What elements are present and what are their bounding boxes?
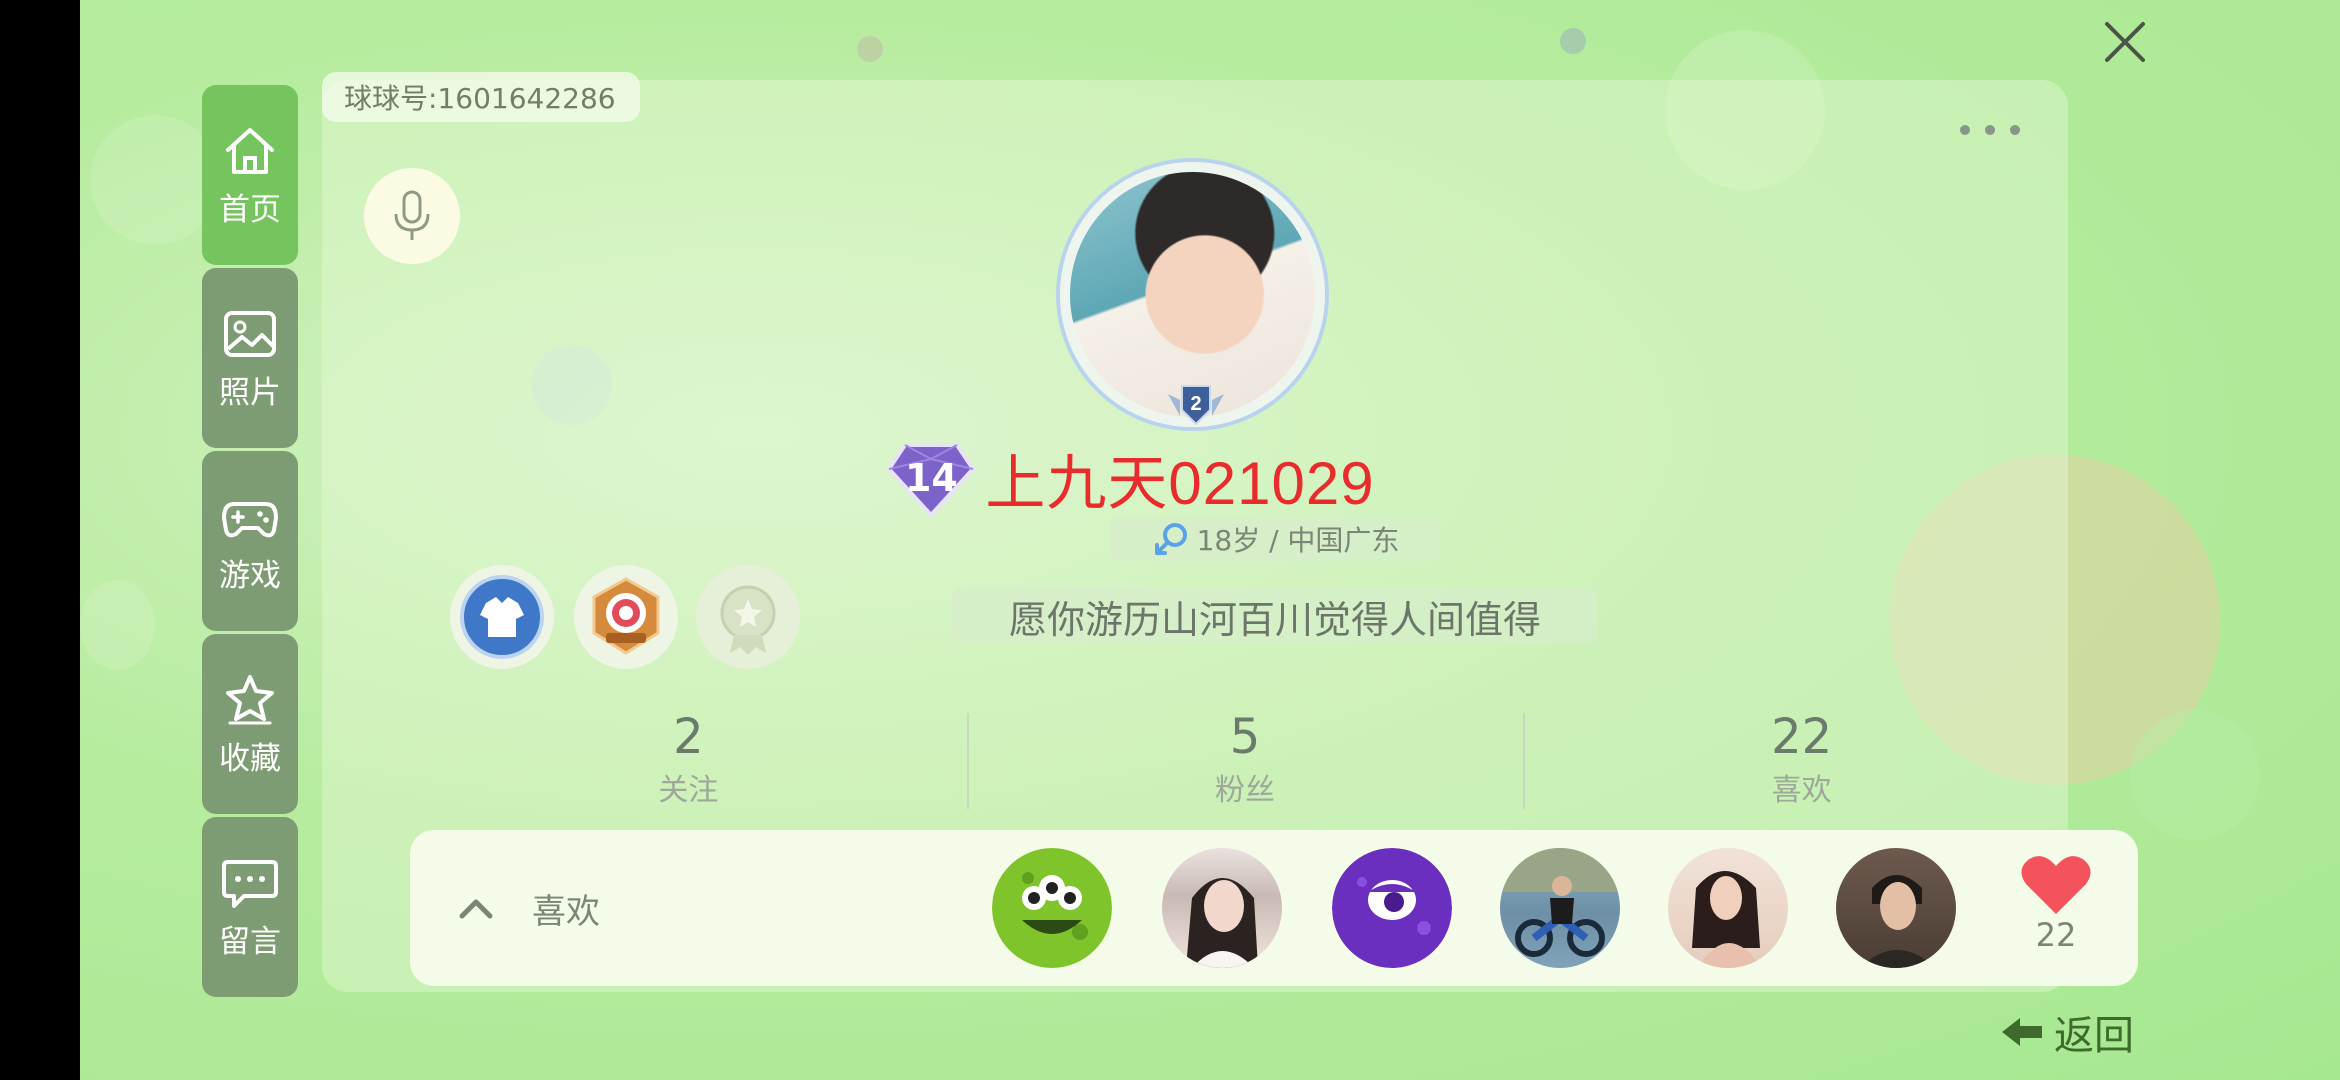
medal-locked[interactable] — [696, 565, 800, 669]
stats-row: 2 关注 5 粉丝 22 喜欢 — [410, 705, 2080, 815]
liker-avatar[interactable] — [1162, 848, 1282, 968]
bio: 愿你游历山河百川觉得人间值得 — [952, 588, 1598, 644]
bokeh — [1560, 28, 1586, 54]
user-photo-avatar — [1186, 878, 1258, 968]
medal-target[interactable] — [574, 565, 678, 669]
liker-avatar[interactable] — [1500, 848, 1620, 968]
likes-label: 喜欢 — [532, 891, 600, 932]
nav-item-home[interactable]: 首页 — [202, 85, 298, 265]
more-dot-icon — [1960, 125, 1970, 135]
player-id-tab: 球球号:1601642286 — [322, 72, 640, 122]
microphone-icon — [394, 190, 430, 240]
nav-item-label: 照片 — [219, 374, 281, 411]
nav-item-label: 留言 — [219, 923, 281, 960]
more-options-button[interactable] — [1960, 110, 2020, 150]
close-icon — [2105, 22, 2145, 62]
name-row: 14 上九天021029 — [0, 435, 2260, 522]
avatar-container[interactable]: 2 — [1060, 162, 1325, 427]
message-icon — [222, 859, 278, 908]
more-dot-icon — [2010, 125, 2020, 135]
home-icon — [226, 127, 274, 174]
star-medal-icon — [720, 585, 776, 655]
stat-value: 2 — [673, 708, 704, 765]
nav-item-messages[interactable]: 留言 — [202, 817, 298, 997]
likes-count-value: 22 — [2035, 916, 2077, 954]
likes-count[interactable]: 22 — [2008, 852, 2104, 954]
level-number: 14 — [904, 455, 958, 500]
star-icon — [226, 674, 274, 724]
user-photo-avatar — [1860, 875, 1936, 968]
bio-text: 愿你游历山河百川觉得人间值得 — [1008, 597, 1541, 642]
user-photo-avatar — [1692, 871, 1762, 968]
photo-icon — [224, 310, 276, 357]
likes-toggle[interactable]: 喜欢 — [458, 830, 600, 986]
level-badge: 14 — [885, 439, 977, 519]
back-label: 返回 — [2054, 1013, 2134, 1059]
svg-text:2: 2 — [1190, 393, 1201, 415]
nav-item-photos[interactable]: 照片 — [202, 268, 298, 448]
nav-item-label: 游戏 — [219, 557, 281, 594]
close-button[interactable] — [2095, 12, 2155, 72]
side-nav: 首页 照片 游戏 收藏 留言 — [202, 85, 298, 1000]
stat-value: 5 — [1229, 708, 1261, 765]
liker-avatar[interactable] — [1668, 848, 1788, 968]
back-button[interactable]: 返回 — [2000, 1000, 2134, 1064]
medal-shirt[interactable] — [450, 565, 554, 669]
target-medal-icon — [592, 577, 660, 655]
green-monster-avatar — [992, 848, 1112, 968]
user-photo-avatar — [1500, 848, 1620, 957]
bokeh — [857, 36, 883, 62]
age-location: 18岁 / 中国广东 — [1196, 524, 1400, 557]
username: 上九天021029 — [985, 450, 1375, 517]
more-dot-icon — [1985, 125, 1995, 135]
stat-following[interactable]: 2 关注 — [410, 705, 967, 815]
nav-item-label: 收藏 — [219, 740, 281, 777]
chevron-up-icon — [459, 899, 493, 919]
stat-label: 粉丝 — [1215, 773, 1275, 809]
likes-bar: 喜欢 22 — [410, 830, 2138, 986]
male-gender-icon — [1154, 523, 1187, 555]
stat-likes[interactable]: 22 喜欢 — [1523, 705, 2080, 815]
shirt-medal-icon — [460, 575, 544, 659]
liker-avatar[interactable] — [1836, 848, 1956, 968]
rank-badge-icon: 2 — [1168, 385, 1224, 426]
nav-item-label: 首页 — [219, 191, 281, 228]
bokeh — [80, 580, 155, 670]
heart-icon — [2021, 856, 2091, 914]
back-arrow-icon — [2002, 1018, 2042, 1046]
bokeh — [90, 115, 220, 245]
stat-followers[interactable]: 5 粉丝 — [966, 705, 1524, 815]
purple-monster-avatar — [1332, 848, 1452, 968]
liker-avatar[interactable] — [992, 848, 1112, 968]
nav-item-favorites[interactable]: 收藏 — [202, 634, 298, 814]
voice-intro-button[interactable] — [364, 168, 460, 264]
liker-avatar[interactable] — [1332, 848, 1452, 968]
player-id-label: 球球号:1601642286 — [344, 82, 616, 115]
bokeh — [2130, 710, 2260, 840]
stat-value: 22 — [1771, 708, 1833, 765]
stat-label: 关注 — [658, 773, 719, 809]
user-info-pill: 18岁 / 中国广东 — [1110, 517, 1440, 561]
stat-label: 喜欢 — [1771, 773, 1832, 809]
